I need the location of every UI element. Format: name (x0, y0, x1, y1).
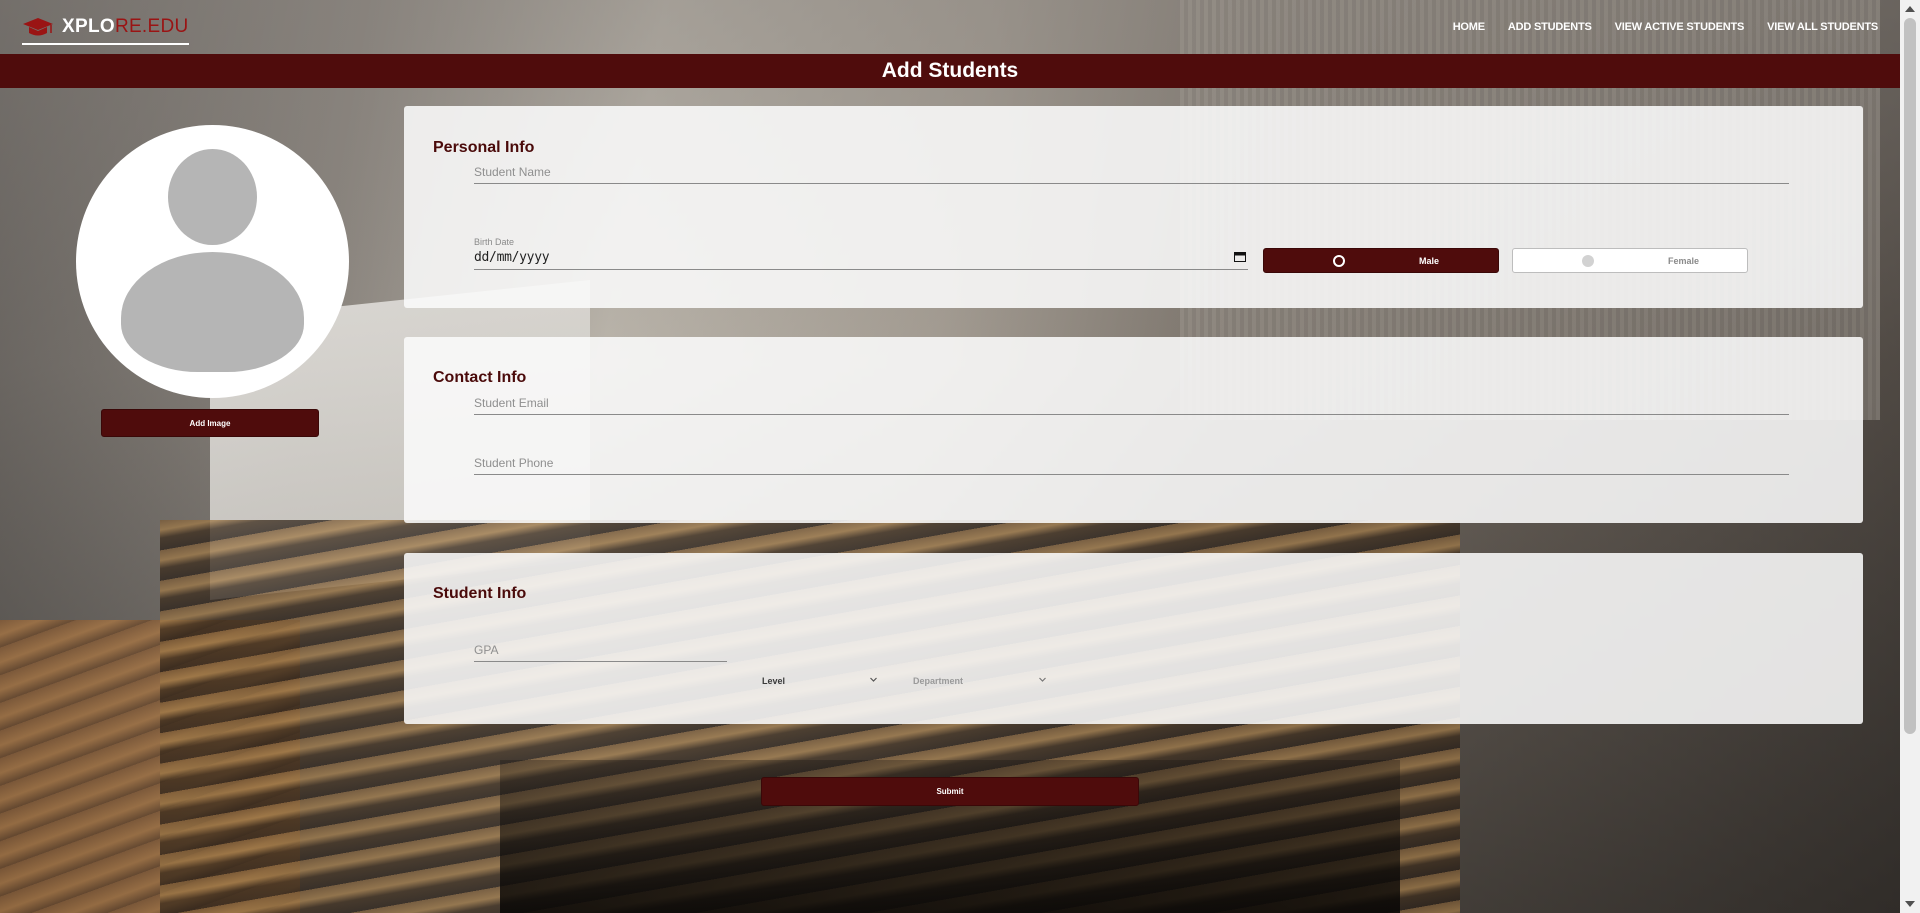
gender-male-option[interactable]: Male (1263, 248, 1499, 273)
page-title-bar: Add Students (0, 54, 1900, 88)
gender-female-label: Female (1668, 255, 1700, 266)
scroll-down-arrow-icon[interactable] (1905, 901, 1915, 907)
avatar-body-shape (121, 252, 304, 372)
birth-date-value: dd/mm/yyyy (474, 250, 550, 265)
contact-info-card: Contact Info Student Email Student Phone (404, 337, 1863, 523)
vertical-scrollbar[interactable] (1900, 0, 1920, 913)
birth-date-field[interactable]: Birth Date dd/mm/yyyy (474, 237, 1248, 270)
brand-name-part1: XPLO (62, 15, 115, 37)
navbar: XPLORE.EDU HOME ADD STUDENTS VIEW ACTIVE… (0, 0, 1900, 54)
level-select[interactable]: Level (762, 672, 878, 690)
student-phone-field[interactable]: Student Phone (474, 448, 1789, 475)
scrollbar-thumb[interactable] (1904, 18, 1916, 734)
chevron-down-icon (1039, 677, 1046, 682)
nav-view-active-students[interactable]: VIEW ACTIVE STUDENTS (1615, 21, 1745, 33)
level-select-label: Level (762, 676, 786, 686)
student-name-placeholder: Student Name (474, 165, 551, 179)
gpa-placeholder: GPA (474, 643, 499, 657)
brand-name-part2: RE.EDU (114, 15, 189, 37)
gpa-field[interactable]: GPA (474, 632, 727, 662)
chevron-down-icon (870, 677, 877, 682)
student-email-placeholder: Student Email (474, 396, 549, 410)
contact-info-title: Contact Info (433, 369, 527, 386)
personal-info-title: Personal Info (433, 139, 535, 156)
gender-female-option[interactable]: Female (1512, 248, 1748, 273)
department-select[interactable]: Department (913, 672, 1047, 690)
page-title: Add Students (881, 59, 1019, 82)
student-phone-placeholder: Student Phone (474, 456, 554, 470)
nav-home[interactable]: HOME (1453, 21, 1485, 33)
submit-button[interactable]: Submit (761, 777, 1139, 806)
add-image-button[interactable]: Add Image (101, 409, 319, 437)
avatar (76, 125, 349, 398)
brand-name: XPLORE.EDU (62, 16, 189, 38)
calendar-icon[interactable] (1234, 251, 1246, 262)
student-email-field[interactable]: Student Email (474, 388, 1789, 415)
nav-links: HOME ADD STUDENTS VIEW ACTIVE STUDENTS V… (1453, 21, 1879, 33)
gender-male-label: Male (1419, 255, 1440, 266)
student-name-field[interactable]: Student Name (474, 157, 1789, 184)
student-info-title: Student Info (433, 585, 527, 602)
nav-view-all-students[interactable]: VIEW ALL STUDENTS (1767, 21, 1878, 33)
female-radio-icon (1582, 254, 1594, 267)
graduation-cap-icon (23, 17, 53, 35)
nav-add-students[interactable]: ADD STUDENTS (1508, 21, 1592, 33)
birth-date-label: Birth Date (474, 237, 515, 247)
avatar-head-shape (168, 149, 257, 245)
department-select-label: Department (913, 676, 964, 686)
student-info-card: Student Info GPA Level Department (404, 553, 1863, 724)
brand-logo[interactable]: XPLORE.EDU (22, 16, 189, 45)
scroll-up-arrow-icon[interactable] (1905, 6, 1915, 12)
personal-info-card: Personal Info Student Name Birth Date dd… (404, 106, 1863, 308)
male-radio-icon (1333, 254, 1345, 267)
